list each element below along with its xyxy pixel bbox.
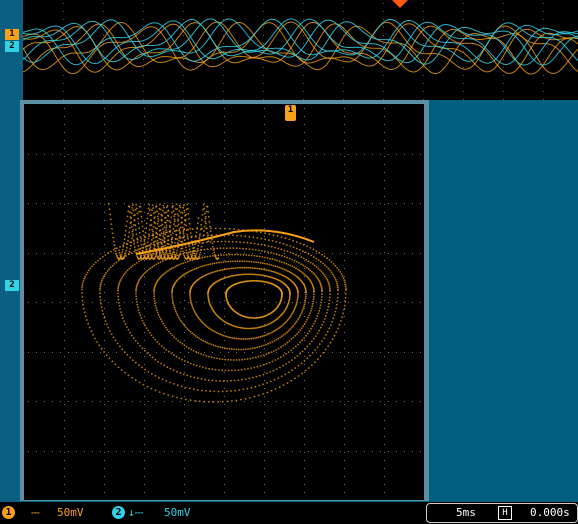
time-domain-overview [22,0,578,101]
ch1-badge[interactable]: 1 [2,506,15,519]
ch2-coupling-indicator: ↓⎓ [128,506,144,519]
side-panel [429,100,578,502]
xy-display [24,104,424,500]
trigger-position-marker[interactable] [392,0,408,8]
ch2-badge[interactable]: 2 [112,506,125,519]
ch2-ground-marker[interactable]: 2 [5,280,19,291]
ch1-coupling-indicator: ⎓ [31,506,40,519]
xy-plot [28,108,421,493]
ch2-overview-marker[interactable]: 2 [5,41,19,52]
ch1-position-marker[interactable]: 1 [285,105,296,121]
ch1-overview-marker[interactable]: 1 [5,29,19,40]
overview-waveforms [22,3,578,100]
ch1-volts-per-div: 50mV [57,506,84,519]
ch2-volts-per-div: 50mV [164,506,191,519]
timebase-frame [426,503,578,523]
